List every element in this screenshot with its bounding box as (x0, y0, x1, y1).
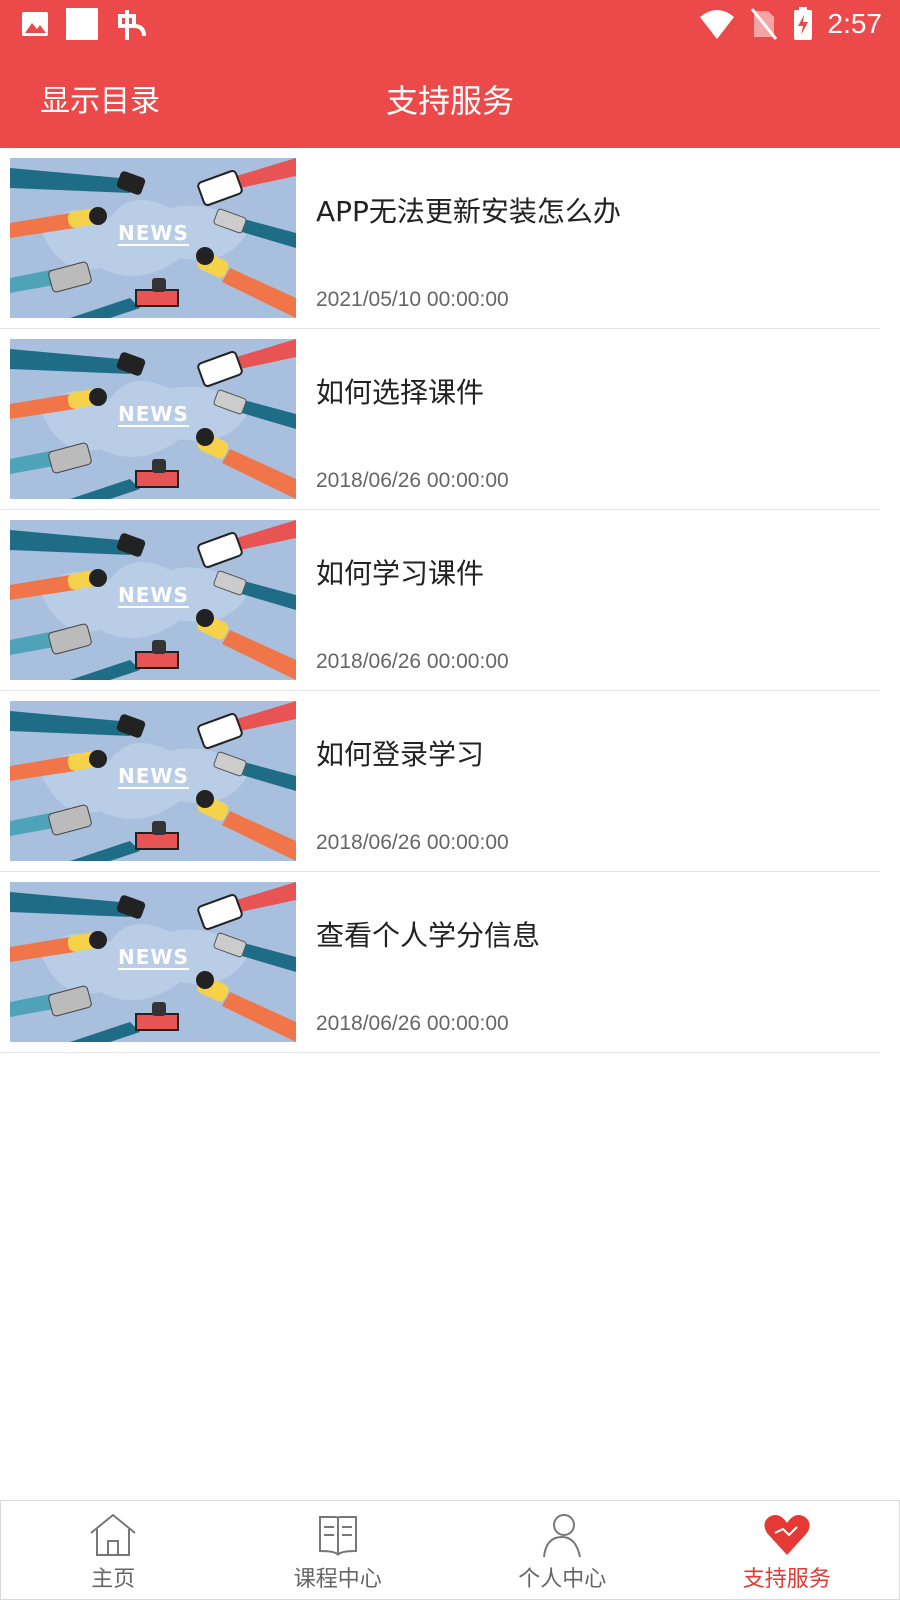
item-date: 2018/06/26 00:00:00 (316, 650, 509, 673)
battery-charging-icon (793, 7, 812, 40)
tab-course-center[interactable]: 课程中心 (226, 1501, 451, 1599)
news-label: NEWS (118, 764, 189, 789)
item-title: 如何学习课件 (316, 557, 485, 590)
news-thumbnail: NEWS (10, 882, 296, 1042)
heart-icon (764, 1515, 810, 1555)
item-date: 2018/06/26 00:00:00 (316, 469, 509, 492)
list-item[interactable]: NEWS 如何学习课件 2018/06/26 00:00:00 (0, 510, 880, 691)
status-left-icons (20, 6, 150, 42)
item-date: 2018/06/26 00:00:00 (316, 831, 509, 854)
tab-course-center-label: 课程中心 (293, 1567, 382, 1592)
news-label: NEWS (118, 402, 189, 427)
tab-home[interactable]: 主页 (1, 1501, 226, 1599)
article-list: NEWS APP无法更新安装怎么办 2021/05/10 00:00:00 NEWS 如… (0, 148, 880, 1053)
app-bar: 支持服务 显示目录 (0, 48, 900, 148)
item-title: APP无法更新安装怎么办 (316, 195, 621, 228)
wifi-icon (699, 10, 734, 39)
list-item[interactable]: NEWS 如何登录学习 2018/06/26 00:00:00 (0, 691, 880, 872)
status-bar: 2:57 (0, 0, 900, 48)
bottom-tab-bar: 主页 课程中心 个人中心 支持服务 (0, 1500, 900, 1600)
news-thumbnail: NEWS (10, 339, 296, 499)
tab-personal-center[interactable]: 个人中心 (450, 1501, 675, 1599)
image-icon (22, 12, 48, 36)
tab-support-service[interactable]: 支持服务 (675, 1501, 900, 1599)
item-title: 如何登录学习 (316, 738, 485, 771)
square-icon (66, 8, 98, 40)
list-item[interactable]: NEWS 如何选择课件 2018/06/26 00:00:00 (0, 329, 880, 510)
news-label: NEWS (118, 583, 189, 608)
list-item[interactable]: NEWS APP无法更新安装怎么办 2021/05/10 00:00:00 (0, 148, 880, 329)
item-title: 如何选择课件 (316, 376, 485, 409)
news-thumbnail: NEWS (10, 158, 296, 318)
bug-icon (118, 10, 146, 40)
book-icon (318, 1516, 357, 1556)
item-title: 查看个人学分信息 (316, 919, 541, 952)
news-thumbnail: NEWS (10, 701, 296, 861)
list-item[interactable]: NEWS 查看个人学分信息 2018/06/26 00:00:00 (0, 872, 880, 1053)
show-catalog-button[interactable]: 显示目录 (40, 76, 160, 120)
tab-home-label: 主页 (91, 1567, 136, 1592)
no-sim-icon (750, 8, 777, 40)
status-time: 2:57 (827, 8, 883, 39)
home-icon (90, 1513, 136, 1556)
news-thumbnail: NEWS (10, 520, 296, 680)
item-date: 2021/05/10 00:00:00 (316, 288, 509, 311)
news-label: NEWS (118, 945, 189, 970)
person-icon (543, 1514, 582, 1558)
tab-personal-center-label: 个人中心 (518, 1567, 607, 1592)
item-date: 2018/06/26 00:00:00 (316, 1012, 509, 1035)
tab-support-service-label: 支持服务 (742, 1567, 831, 1592)
news-label: NEWS (118, 221, 189, 246)
status-right-icons: 2:57 (698, 6, 883, 42)
